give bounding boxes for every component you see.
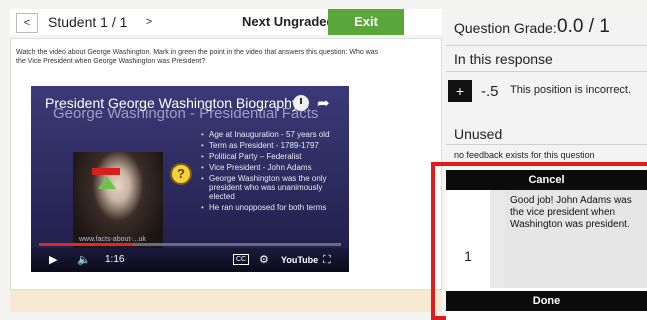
video-progress-bar[interactable] xyxy=(39,243,341,246)
play-icon[interactable]: ▶ xyxy=(49,253,57,267)
video-watermark: www.facts-about-...uk xyxy=(79,236,146,243)
feedback-number-cell: 1 xyxy=(446,190,490,288)
fact-item: Political Party – Federalist xyxy=(201,152,341,161)
unused-heading: Unused xyxy=(454,126,503,142)
question-instructions: Watch the video about George Washington.… xyxy=(16,49,379,65)
fact-item: Age at Inauguration - 57 years old xyxy=(201,130,341,139)
video-title[interactable]: President George Washington Biography xyxy=(45,95,299,111)
previous-student-button[interactable]: < xyxy=(16,13,38,33)
feedback-number: 1 xyxy=(464,248,472,264)
video-controls: ▶ 🔈 1:16 CC ⚙ YouTube ⛶ xyxy=(31,248,349,272)
divider xyxy=(446,144,647,145)
youtube-logo-icon[interactable]: YouTube xyxy=(281,253,318,267)
video-progress-fill xyxy=(39,243,133,246)
comment-text[interactable]: This position is incorrect. xyxy=(510,84,631,96)
fact-item: George Washington was the only president… xyxy=(201,174,341,201)
feedback-editor: Cancel 1 Good job! John Adams was the vi… xyxy=(446,170,647,320)
add-comment-button[interactable]: + xyxy=(448,80,472,102)
washington-portrait xyxy=(73,152,163,248)
share-icon[interactable]: ➦ xyxy=(317,94,330,112)
volume-icon[interactable]: 🔈 xyxy=(77,253,91,267)
question-marker-icon[interactable]: ? xyxy=(170,163,192,185)
settings-gear-icon[interactable]: ⚙ xyxy=(259,253,269,267)
done-button[interactable]: Done xyxy=(446,291,647,311)
in-this-response-heading: In this response xyxy=(454,51,553,67)
green-answer-marker[interactable] xyxy=(98,176,116,189)
fullscreen-icon[interactable]: ⛶ xyxy=(323,253,331,267)
divider xyxy=(446,45,647,46)
student-counter: Student 1 / 1 xyxy=(48,14,128,30)
watch-later-icon[interactable] xyxy=(293,95,309,111)
divider xyxy=(446,71,647,72)
fact-item: Term as President - 1789-1797 xyxy=(201,141,341,150)
comment-points: -.5 xyxy=(481,83,499,100)
incorrect-position-marker[interactable] xyxy=(92,168,120,175)
feedback-textarea[interactable]: Good job! John Adams was the vice presid… xyxy=(505,190,647,288)
fact-item: Vice President - John Adams xyxy=(201,163,341,172)
exit-grading-button[interactable]: Exit Grading xyxy=(328,9,404,55)
feedback-gutter xyxy=(490,190,505,288)
video-time: 1:16 xyxy=(105,254,125,265)
question-grade-label: Question Grade: xyxy=(454,20,557,36)
next-student-button[interactable]: > xyxy=(140,13,158,31)
next-ungraded-button[interactable]: Next Ungraded xyxy=(242,13,334,31)
fact-item: He ran unopposed for both terms xyxy=(201,203,341,212)
captions-icon[interactable]: CC xyxy=(233,254,250,265)
no-feedback-message: no feedback exists for this question xyxy=(454,150,595,160)
question-grade-value: 0.0 / 1 xyxy=(557,16,610,37)
cancel-button[interactable]: Cancel xyxy=(446,170,647,190)
panel-footer xyxy=(10,290,442,312)
grading-toolbar: < Student 1 / 1 > Next Ungraded Exit Gra… xyxy=(10,9,442,55)
facts-list: Age at Inauguration - 57 years old Term … xyxy=(201,130,341,214)
